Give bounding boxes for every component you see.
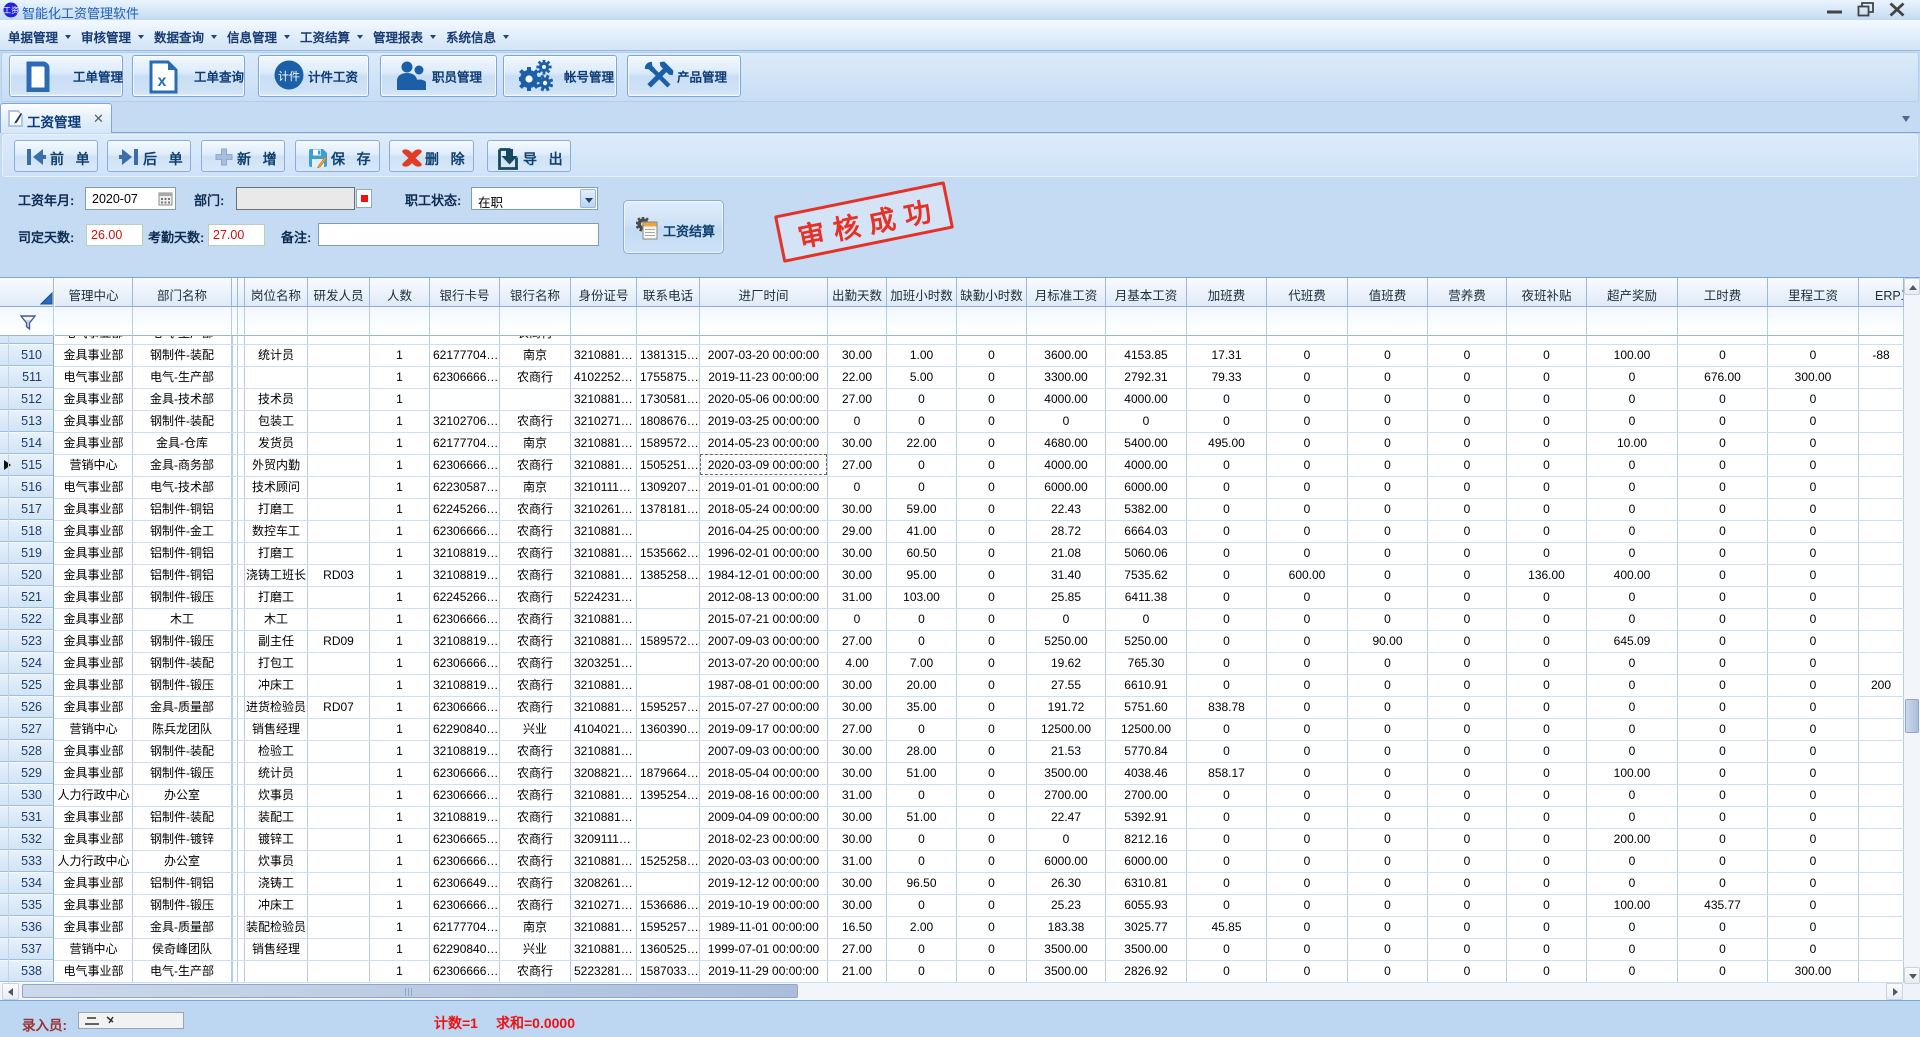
svg-text:计件: 计件 bbox=[278, 70, 300, 83]
svg-text:工资: 工资 bbox=[3, 5, 19, 15]
svg-text:x: x bbox=[158, 73, 167, 90]
